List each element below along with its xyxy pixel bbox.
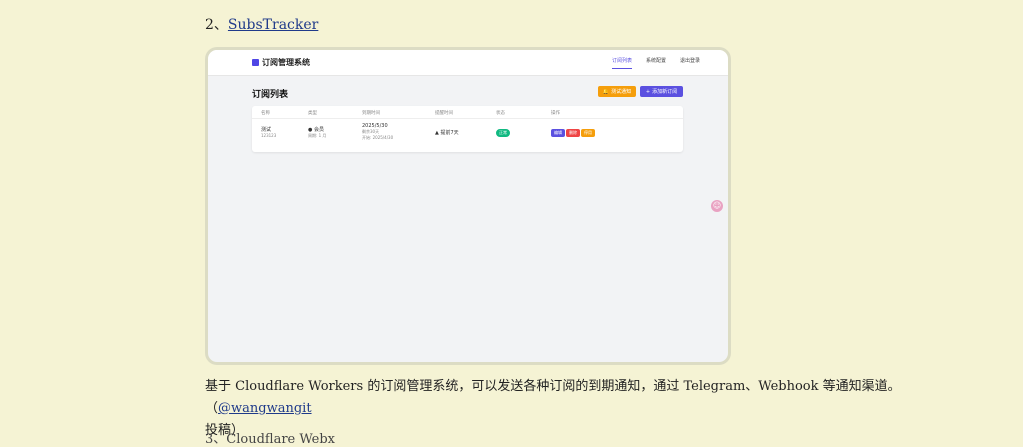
- bell-icon: ▲: [435, 130, 439, 136]
- test-notify-button[interactable]: 🔔 测试通知: [598, 86, 636, 97]
- row-type-sub: 周期: 1 月: [308, 133, 327, 138]
- add-subscription-button[interactable]: + 添加新订阅: [640, 86, 683, 97]
- cell-actions: 编辑 删除 停用: [551, 129, 596, 137]
- table-row: 测试 123123 ● 会员 周期: 1 月 2025/5/30 剩余30天 开…: [252, 119, 683, 151]
- nav-logout[interactable]: 退出登录: [680, 57, 700, 69]
- add-subscription-label: 添加新订阅: [652, 89, 678, 95]
- test-notify-label: 测试通知: [611, 89, 632, 95]
- next-heading-partial: 3、Cloudflare Webx: [205, 432, 336, 447]
- cell-remind: ▲ 提前7天: [435, 129, 459, 136]
- plus-icon: +: [645, 88, 651, 95]
- page-title: 订阅列表: [252, 90, 289, 100]
- table-header: 名称 类型 到期时间 提醒时间 状态 操作: [252, 106, 683, 119]
- nav-subscriptions[interactable]: 订阅列表: [611, 57, 632, 69]
- substracker-link[interactable]: SubsTracker: [228, 17, 318, 33]
- edit-button[interactable]: 编辑: [551, 129, 565, 137]
- col-actions: 操作: [551, 111, 560, 116]
- brand-title: 订阅管理系统: [262, 58, 310, 67]
- col-name: 名称: [261, 111, 270, 116]
- cell-type: ● 会员 周期: 1 月: [308, 126, 326, 139]
- row-remind: 提前7天: [440, 130, 459, 136]
- cell-expire: 2025/5/30 剩余30天 开始: 2025/4/30: [362, 123, 393, 141]
- screenshot-frame: 订阅管理系统 订阅列表 系统配置 退出登录 订阅列表 🔔 测试通知 + 添加新订…: [205, 47, 731, 365]
- app-nav: 订阅列表 系统配置 退出登录: [611, 57, 700, 69]
- subscription-table: 名称 类型 到期时间 提醒时间 状态 操作 测试 123123 ● 会员 周期:…: [252, 106, 683, 152]
- col-type: 类型: [308, 111, 317, 116]
- author-link[interactable]: @wangwangit: [218, 401, 312, 416]
- col-remind: 提醒时间: [435, 111, 453, 116]
- cell-status: 正常: [496, 129, 510, 137]
- col-status: 状态: [496, 111, 505, 116]
- delete-button[interactable]: 删除: [566, 129, 580, 137]
- app-brand: 订阅管理系统: [252, 57, 310, 68]
- bell-icon: 🔔: [602, 88, 610, 95]
- disable-button[interactable]: 停用: [581, 129, 595, 137]
- row-name-sub: 123123: [261, 133, 277, 138]
- status-badge: 正常: [496, 129, 510, 137]
- screenshot-content: 订阅管理系统 订阅列表 系统配置 退出登录 订阅列表 🔔 测试通知 + 添加新订…: [208, 50, 728, 362]
- section-heading: 2、SubsTracker: [205, 14, 318, 34]
- cell-name: 测试 123123: [261, 126, 276, 138]
- heading-prefix: 2、: [205, 17, 228, 33]
- nav-settings[interactable]: 系统配置: [646, 57, 666, 69]
- col-expire: 到期时间: [362, 111, 380, 116]
- emoji-icon[interactable]: ☺: [711, 200, 723, 212]
- app-topbar: 订阅管理系统 订阅列表 系统配置 退出登录: [208, 50, 728, 76]
- row-expire-start: 开始: 2025/4/30: [362, 135, 394, 140]
- calendar-icon: [252, 59, 259, 66]
